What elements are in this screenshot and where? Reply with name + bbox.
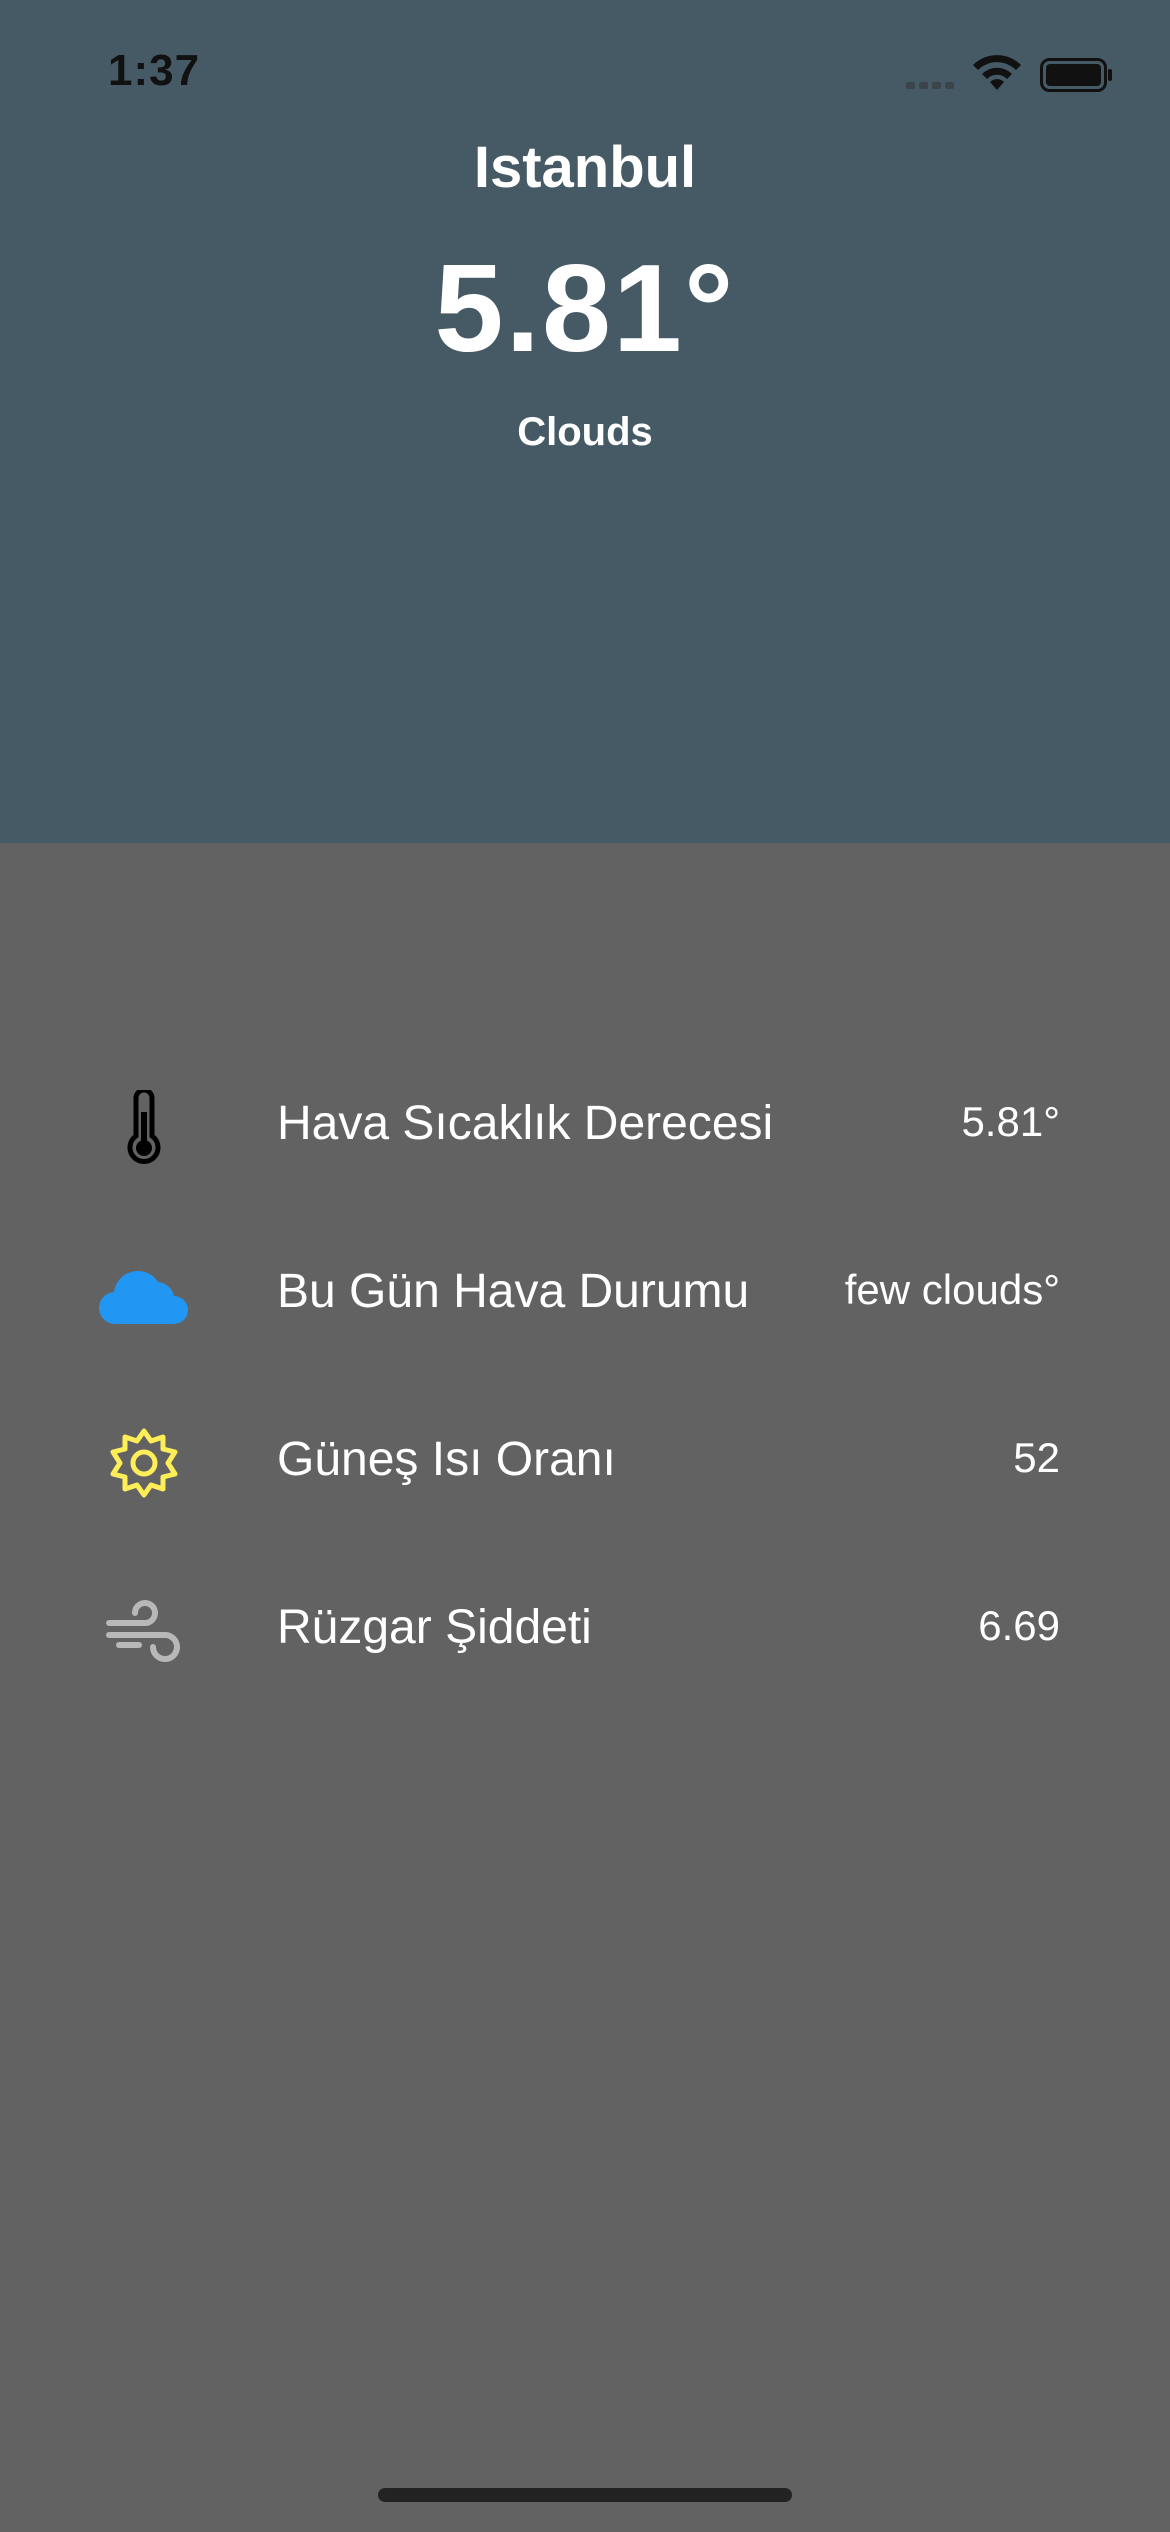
current-temperature: 5.81° <box>434 240 736 378</box>
wind-icon <box>96 1588 192 1674</box>
detail-label: Rüzgar Şiddeti <box>277 1601 592 1654</box>
weather-condition: Clouds <box>517 410 653 454</box>
detail-value: 52 <box>1013 1434 1060 1481</box>
detail-value: 5.81° <box>961 1098 1060 1145</box>
battery-icon <box>1040 58 1112 92</box>
weather-header: 1:37 Istanbul 5.81° Clouds <box>0 0 1170 843</box>
sun-icon <box>96 1420 192 1506</box>
detail-label: Güneş Isı Oranı <box>277 1433 616 1486</box>
detail-label: Hava Sıcaklık Derecesi <box>277 1097 774 1150</box>
detail-value: few clouds° <box>844 1266 1060 1313</box>
status-time: 1:37 <box>108 46 201 95</box>
detail-row-sun: Güneş Isı Oranı 52 <box>0 1408 1170 1518</box>
detail-label: Bu Gün Hava Durumu <box>277 1265 750 1318</box>
detail-row-condition: Bu Gün Hava Durumu few clouds° <box>0 1240 1170 1350</box>
detail-row-temperature: Hava Sıcaklık Derecesi 5.81° <box>0 1072 1170 1182</box>
detail-row-wind: Rüzgar Şiddeti 6.69 <box>0 1576 1170 1686</box>
detail-value: 6.69 <box>978 1602 1060 1649</box>
thermometer-icon <box>96 1084 192 1170</box>
city-name: Istanbul <box>473 135 697 200</box>
cloud-icon <box>96 1252 192 1338</box>
wifi-icon <box>973 55 1021 90</box>
signal-icon <box>906 82 960 92</box>
home-indicator[interactable] <box>378 2488 792 2502</box>
